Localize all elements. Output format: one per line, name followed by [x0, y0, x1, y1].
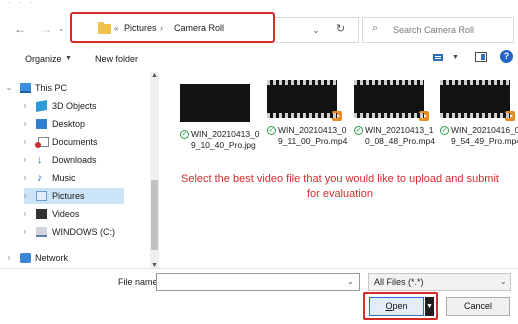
- sidebar-item-label: This PC: [35, 83, 68, 93]
- file-name: WIN_20210413_10_08_48_Pro.mp4: [365, 125, 435, 146]
- navigation-pane: ⌄ This PC › 3D Objects › Desktop › Docum…: [0, 72, 162, 268]
- videos-icon: [36, 209, 47, 219]
- music-note-icon: ♪: [37, 172, 43, 184]
- synced-check-icon: ✓: [354, 126, 363, 135]
- organize-menu-button[interactable]: Organize: [25, 54, 62, 64]
- scrollbar-thumb[interactable]: [151, 180, 158, 250]
- refresh-icon[interactable]: ↻: [336, 22, 345, 35]
- sidebar-item-downloads[interactable]: › ↓ Downloads: [0, 152, 150, 168]
- sidebar-item-3d-objects[interactable]: › 3D Objects: [0, 98, 150, 114]
- search-input[interactable]: Search Camera Roll: [393, 25, 474, 35]
- change-view-icon[interactable]: [433, 53, 443, 61]
- sidebar-item-label: 3D Objects: [52, 101, 97, 111]
- divider: [0, 268, 518, 269]
- window-controls-icon: · · ·: [8, 0, 36, 7]
- collapsed-chevron-icon[interactable]: ›: [20, 98, 30, 114]
- synced-check-icon: ✓: [267, 126, 276, 135]
- organize-caret-icon[interactable]: ▼: [65, 55, 72, 62]
- sidebar-item-label: Pictures: [52, 191, 85, 201]
- file-name-label: File name:: [118, 277, 161, 287]
- collapsed-chevron-icon[interactable]: ›: [20, 152, 30, 168]
- sidebar-item-label: Music: [52, 173, 76, 183]
- collapsed-chevron-icon[interactable]: ›: [20, 170, 30, 186]
- collapsed-chevron-icon[interactable]: ›: [4, 250, 14, 266]
- drive-icon: [36, 227, 47, 237]
- desktop-icon: [36, 119, 47, 129]
- file-type-chevron-icon[interactable]: ⌄: [500, 277, 507, 286]
- video-play-icon: [332, 111, 342, 121]
- open-options-dropdown-icon[interactable]: ▼: [425, 297, 434, 316]
- computer-icon: [20, 83, 31, 93]
- sidebar-item-pictures[interactable]: › Pictures: [0, 188, 150, 204]
- expanded-chevron-icon[interactable]: ⌄: [4, 80, 14, 96]
- sidebar-item-label: WINDOWS (C:): [52, 227, 115, 237]
- file-type-value: All Files (*.*): [374, 277, 424, 287]
- sidebar-item-label: Desktop: [52, 119, 86, 129]
- sidebar-item-music[interactable]: › ♪ Music: [0, 170, 150, 186]
- sidebar-item-documents[interactable]: › Documents: [0, 134, 150, 150]
- breadcrumb-pictures[interactable]: Pictures: [124, 23, 157, 33]
- breadcrumb-separator: ›: [160, 23, 163, 33]
- file-name: WIN_20210413_09_11_00_Pro.mp4: [278, 125, 348, 146]
- collapsed-chevron-icon[interactable]: ›: [20, 188, 30, 204]
- forward-arrow-icon[interactable]: →: [40, 22, 52, 36]
- file-name-field[interactable]: [156, 273, 360, 291]
- file-name: WIN_20210416_09_54_49_Pro.mp4: [451, 125, 518, 146]
- file-name: WIN_20210413_09_10_40_Pro.jpg: [191, 129, 260, 150]
- video-thumbnail: [440, 80, 515, 121]
- network-icon: [20, 253, 31, 263]
- cube-icon: [36, 100, 47, 112]
- open-label: pen: [392, 301, 408, 311]
- sidebar-item-windows-drive[interactable]: › WINDOWS (C:): [0, 224, 150, 240]
- folder-icon: [98, 22, 111, 34]
- collapsed-chevron-icon[interactable]: ›: [20, 206, 30, 222]
- video-thumbnail: [267, 80, 342, 121]
- collapsed-chevron-icon[interactable]: ›: [20, 116, 30, 132]
- view-options-caret-icon[interactable]: ▼: [452, 54, 459, 61]
- new-folder-button[interactable]: New folder: [95, 54, 138, 64]
- sidebar-item-label: Videos: [52, 209, 80, 219]
- address-dropdown-chevron-icon[interactable]: ⌄: [312, 25, 320, 36]
- documents-icon: [35, 137, 49, 148]
- file-name-dropdown-icon[interactable]: ⌄: [347, 277, 354, 286]
- open-button[interactable]: Open: [369, 297, 424, 316]
- pictures-icon: [36, 191, 47, 201]
- collapsed-chevron-icon[interactable]: ›: [20, 224, 30, 240]
- scroll-up-arrow-icon[interactable]: ▲: [151, 72, 158, 79]
- sidebar-item-label: Documents: [52, 137, 98, 147]
- help-icon[interactable]: ?: [500, 50, 513, 63]
- sidebar-item-videos[interactable]: › Videos: [0, 206, 150, 222]
- synced-check-icon: ✓: [180, 130, 189, 139]
- breadcrumb-camera-roll[interactable]: Camera Roll: [174, 23, 224, 33]
- image-thumbnail: [180, 84, 250, 122]
- instruction-text: Select the best video file that you woul…: [181, 173, 499, 200]
- video-play-icon: [419, 111, 429, 121]
- overflow-chevrons-icon[interactable]: «: [114, 24, 118, 33]
- download-arrow-icon: ↓: [37, 154, 43, 166]
- video-thumbnail: [354, 80, 429, 121]
- collapsed-chevron-icon[interactable]: ›: [20, 134, 30, 150]
- sidebar-item-network[interactable]: › Network: [0, 250, 150, 266]
- sidebar-item-label: Downloads: [52, 155, 97, 165]
- sidebar-item-label: Network: [35, 253, 69, 263]
- sidebar-item-desktop[interactable]: › Desktop: [0, 116, 150, 132]
- back-arrow-icon[interactable]: ←: [14, 22, 26, 36]
- cancel-button[interactable]: Cancel: [446, 297, 510, 316]
- synced-check-icon: ✓: [440, 126, 449, 135]
- preview-pane-icon[interactable]: [475, 52, 487, 62]
- recent-locations-chevron-icon[interactable]: ⌄: [58, 24, 65, 33]
- video-play-icon: [505, 111, 515, 121]
- sidebar-item-this-pc[interactable]: ⌄ This PC: [0, 80, 150, 96]
- search-icon: ⌕: [372, 22, 379, 34]
